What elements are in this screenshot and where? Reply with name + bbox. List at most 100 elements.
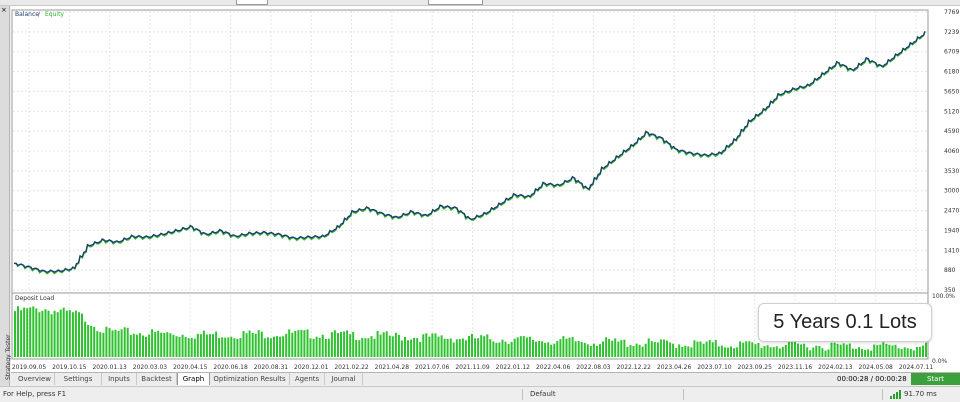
deposit-load-bar — [864, 350, 867, 357]
deposit-load-bar — [480, 335, 483, 357]
help-text: For Help, press F1 — [3, 390, 67, 398]
x-tick-label: 2020.08.31 — [254, 364, 289, 371]
tab-graph[interactable]: Graph — [177, 373, 210, 385]
deposit-load-bar — [291, 332, 294, 357]
deposit-load-bar — [684, 345, 687, 357]
deposit-load-bar — [669, 342, 672, 357]
deposit-load-bar — [641, 346, 644, 357]
deposit-load-bar — [120, 329, 123, 357]
deposit-load-bar — [370, 336, 373, 357]
deposit-load-bar — [224, 337, 227, 357]
deposit-load-bar — [382, 332, 385, 357]
deposit-load-bar — [824, 350, 827, 357]
tab-journal[interactable]: Journal — [325, 373, 363, 385]
deposit-load-bar — [611, 340, 614, 357]
deposit-load-bar — [56, 312, 59, 357]
deposit-load-bar — [126, 327, 129, 357]
deposit-load-bar — [748, 341, 751, 357]
deposit-load-bar — [571, 337, 574, 357]
deposit-load-bar — [583, 342, 586, 357]
deposit-load-bar — [321, 334, 324, 357]
x-tick-label: 2023.11.16 — [778, 364, 813, 371]
deposit-load-bar — [781, 346, 784, 357]
deposit-load-bar — [23, 307, 26, 357]
deposit-load-bar — [541, 341, 544, 357]
deposit-load-bar — [574, 341, 577, 357]
deposit-load-bar — [391, 336, 394, 357]
deposit-load-bar — [504, 341, 507, 357]
deposit-load-bar — [489, 339, 492, 357]
y-tick-label: 3000 — [944, 188, 959, 195]
deposit-load-bar — [794, 341, 796, 357]
deposit-load-bar — [288, 329, 291, 357]
close-icon[interactable]: × — [1, 7, 7, 14]
deposit-load-bar — [592, 343, 595, 357]
deposit-load-bar — [135, 334, 138, 357]
y-tick-label: 2470 — [944, 208, 959, 215]
deposit-load-bar — [437, 336, 440, 357]
deposit-load-bar — [99, 332, 102, 357]
deposit-load-bar — [394, 332, 397, 357]
deposit-load-bar — [59, 309, 62, 357]
deposit-load-bar — [483, 336, 486, 357]
deposit-load-bar — [477, 338, 480, 357]
y-tick-label: 4590 — [944, 128, 959, 135]
deposit-load-bar — [32, 306, 35, 357]
deposit-load-bar — [419, 341, 422, 357]
deposit-load-bar — [556, 340, 559, 357]
deposit-load-title: Deposit Load — [15, 295, 54, 302]
x-tick-label: 2020.04.15 — [173, 364, 208, 371]
x-tick-label: 2020.01.13 — [92, 364, 127, 371]
deposit-load-bar — [839, 344, 842, 357]
deposit-load-bar — [376, 330, 379, 357]
x-tick-label: 2021.02.22 — [334, 364, 369, 371]
start-button[interactable]: Start — [911, 373, 960, 385]
deposit-load-bar — [845, 344, 848, 357]
deposit-load-bar — [516, 337, 519, 357]
deposit-load-bar — [522, 336, 525, 357]
deposit-load-max-label: 100.0% — [932, 293, 955, 300]
deposit-load-bar — [300, 329, 303, 357]
deposit-load-bar — [193, 338, 196, 357]
tab-backtest[interactable]: Backtest — [137, 373, 177, 385]
deposit-load-bar — [17, 306, 19, 357]
deposit-load-bar — [836, 343, 839, 357]
tab-settings[interactable]: Settings — [55, 373, 102, 385]
toolbar-button[interactable] — [236, 0, 268, 5]
tab-optimization-results[interactable]: Optimization Results — [210, 373, 290, 385]
deposit-load-bar — [440, 335, 443, 357]
deposit-load-bar — [617, 341, 620, 357]
deposit-load-bar — [151, 329, 154, 357]
deposit-load-bar — [178, 337, 181, 357]
toolbar-button[interactable] — [428, 0, 483, 5]
x-tick-label: 2024.02.13 — [818, 364, 853, 371]
deposit-load-bar — [854, 348, 857, 357]
deposit-load-bar — [647, 338, 650, 357]
deposit-load-bar — [105, 326, 108, 357]
deposit-load-bar — [602, 341, 604, 357]
deposit-load-bar — [873, 344, 876, 357]
tab-inputs[interactable]: Inputs — [102, 373, 137, 385]
x-tick-label: 2022.08.03 — [576, 364, 611, 371]
x-tick-label: 2024.05.08 — [859, 364, 894, 371]
y-tick-label: 6709 — [944, 49, 959, 56]
deposit-load-bar — [797, 343, 799, 357]
deposit-load-bar — [742, 342, 745, 357]
deposit-load-bar — [532, 340, 534, 357]
deposit-load-bar — [315, 336, 318, 357]
deposit-load-bar — [461, 338, 464, 357]
deposit-load-bar — [239, 338, 242, 357]
deposit-load-bar — [809, 350, 812, 357]
tab-overview[interactable]: Overview — [15, 373, 55, 385]
deposit-load-bar — [282, 336, 285, 357]
tab-agents[interactable]: Agents — [290, 373, 325, 385]
x-tick-label: 2020.03.03 — [133, 364, 168, 371]
deposit-load-bar — [751, 342, 754, 357]
status-divider — [522, 389, 523, 400]
deposit-load-bar — [666, 340, 668, 357]
deposit-load-bar — [733, 348, 736, 357]
y-tick-label: 5650 — [944, 88, 959, 95]
x-tick-label: 2019.09.05 — [12, 364, 47, 371]
deposit-load-bar — [260, 331, 263, 357]
deposit-load-bar — [324, 339, 327, 357]
